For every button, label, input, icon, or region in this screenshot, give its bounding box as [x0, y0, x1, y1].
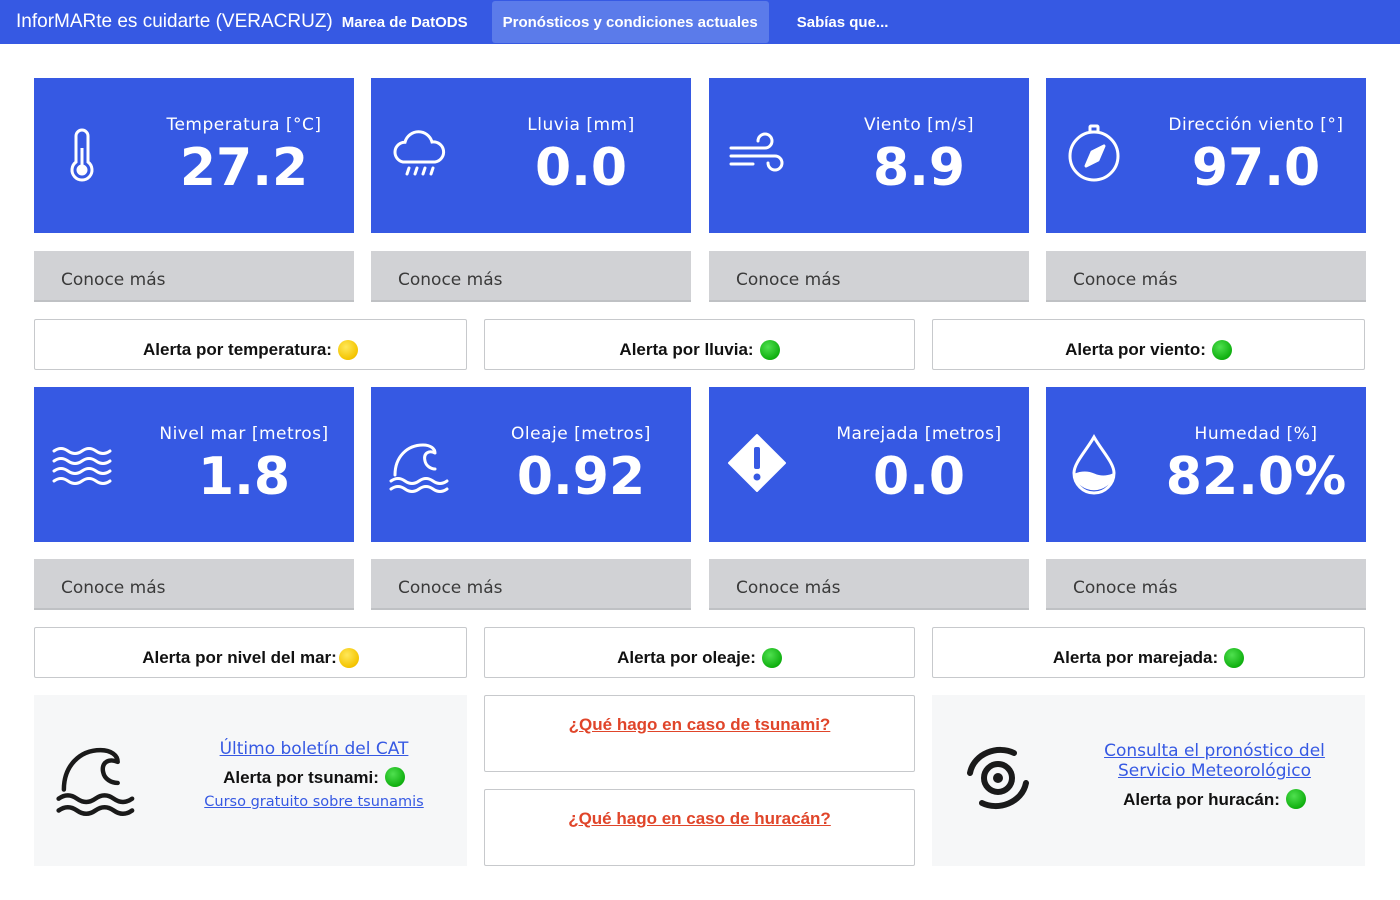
alert-label: Alerta por tsunami: [223, 768, 379, 787]
compass-icon [1068, 124, 1120, 182]
metric-value: 82.0% [1165, 447, 1347, 507]
top-navbar: InforMARte es cuidarte (VERACRUZ) Marea … [0, 0, 1400, 44]
rain-cloud-icon [393, 130, 446, 176]
tsunami-what-to-do-link[interactable]: ¿Qué hago en caso de tsunami? [569, 715, 831, 735]
conoce-mas-button-wind-direction[interactable]: Conoce más [1046, 251, 1366, 302]
metric-label: Humedad [%] [1194, 424, 1318, 444]
alert-label: Alerta por viento: [1065, 340, 1206, 359]
hurricane-panel: Consulta el pronóstico del Servicio Mete… [932, 695, 1365, 866]
metric-label: Marejada [metros] [836, 424, 1002, 444]
alert-sea-level: Alerta por nivel del mar: [34, 627, 467, 678]
smn-forecast-link-line1[interactable]: Consulta el pronóstico del [1104, 741, 1325, 761]
metric-card-temperature: Temperatura [°C] 27.2 [34, 78, 354, 233]
hurricane-icon [967, 746, 1029, 810]
conoce-mas-button-humidity[interactable]: Conoce más [1046, 559, 1366, 610]
wave-icon [389, 443, 449, 493]
green-status-dot-icon [759, 340, 780, 360]
alert-surge: Alerta por marejada: [932, 627, 1365, 678]
brand-subtitle[interactable]: Marea de DatODS [342, 14, 468, 31]
conoce-mas-button-wind[interactable]: Conoce más [709, 251, 1029, 302]
hurricane-question-box: ¿Qué hago en caso de huracán? [484, 789, 915, 866]
green-status-dot-icon [384, 767, 405, 787]
alert-rain: Alerta por lluvia: [484, 319, 915, 370]
alert-wind: Alerta por viento: [932, 319, 1365, 370]
metric-label: Dirección viento [°] [1168, 115, 1344, 135]
conoce-mas-button-rain[interactable]: Conoce más [371, 251, 691, 302]
green-status-dot-icon [1285, 789, 1306, 809]
warning-diamond-icon [728, 434, 786, 492]
tsunami-panel-text: Último boletín del CAT Alerta por tsunam… [184, 739, 444, 810]
metric-card-sea-level: Nivel mar [metros] 1.8 [34, 387, 354, 542]
yellow-status-dot-icon [337, 340, 358, 360]
metric-card-humidity: Humedad [%] 82.0% [1046, 387, 1366, 542]
metric-value: 97.0 [1191, 138, 1321, 198]
metric-card-wind: Viento [m/s] 8.9 [709, 78, 1029, 233]
metric-label: Oleaje [metros] [511, 424, 651, 444]
hurricane-alert: Alerta por huracán: [1082, 789, 1347, 810]
wind-icon [729, 132, 784, 172]
conoce-mas-button-swell[interactable]: Conoce más [371, 559, 691, 610]
metric-value: 0.0 [534, 138, 628, 198]
nav-link-pronosticos[interactable]: Pronósticos y condiciones actuales [491, 1, 769, 43]
alert-temperature: Alerta por temperatura: [34, 319, 467, 370]
tsunami-question-box: ¿Qué hago en caso de tsunami? [484, 695, 915, 772]
green-status-dot-icon [1224, 648, 1245, 668]
hurricane-what-to-do-link[interactable]: ¿Qué hago en caso de huracán? [568, 809, 831, 829]
smn-forecast-link-line2[interactable]: Servicio Meteorológico [1118, 761, 1311, 781]
conoce-mas-button-sea-level[interactable]: Conoce más [34, 559, 354, 610]
metric-label: Nivel mar [metros] [159, 424, 329, 444]
metric-label: Temperatura [°C] [166, 115, 322, 135]
metric-card-wind-direction: Dirección viento [°] 97.0 [1046, 78, 1366, 233]
water-waves-icon [52, 447, 112, 485]
cat-bulletin-link[interactable]: Último boletín del CAT [184, 739, 444, 759]
tsunami-course-link[interactable]: Curso gratuito sobre tsunamis [184, 794, 444, 810]
alert-label: Alerta por oleaje: [617, 648, 756, 667]
metric-value: 1.8 [197, 447, 291, 507]
alert-label: Alerta por lluvia: [619, 340, 754, 359]
hurricane-panel-text: Consulta el pronóstico del Servicio Mete… [1082, 741, 1347, 810]
tsunami-alert: Alerta por tsunami: [184, 767, 444, 788]
alert-label: Alerta por nivel del mar: [142, 648, 337, 667]
metric-card-surge: Marejada [metros] 0.0 [709, 387, 1029, 542]
metric-label: Lluvia [mm] [527, 115, 635, 135]
metric-value: 8.9 [872, 138, 966, 198]
metric-label: Viento [m/s] [863, 115, 975, 135]
green-status-dot-icon [761, 648, 782, 668]
conoce-mas-button-surge[interactable]: Conoce más [709, 559, 1029, 610]
thermometer-icon [70, 128, 94, 182]
metric-value: 27.2 [179, 138, 309, 198]
yellow-status-dot-icon [338, 648, 359, 668]
tsunami-wave-icon [56, 747, 135, 817]
droplet-icon [1072, 433, 1116, 495]
alert-label: Alerta por temperatura: [143, 340, 332, 359]
brand-title[interactable]: InforMARte es cuidarte (VERACRUZ) [16, 11, 333, 33]
green-status-dot-icon [1211, 340, 1232, 360]
metric-card-rain: Lluvia [mm] 0.0 [371, 78, 691, 233]
conoce-mas-button-temperature[interactable]: Conoce más [34, 251, 354, 302]
tsunami-panel: Último boletín del CAT Alerta por tsunam… [34, 695, 467, 866]
alert-label: Alerta por huracán: [1123, 790, 1280, 809]
metric-value: 0.0 [872, 447, 966, 507]
alert-label: Alerta por marejada: [1052, 648, 1219, 667]
nav-link-sabias-que[interactable]: Sabías que... [786, 1, 900, 43]
metric-value: 0.92 [516, 447, 646, 507]
metric-card-swell: Oleaje [metros] 0.92 [371, 387, 691, 542]
alert-swell: Alerta por oleaje: [484, 627, 915, 678]
smn-forecast-link[interactable]: Consulta el pronóstico del Servicio Mete… [1082, 741, 1347, 781]
